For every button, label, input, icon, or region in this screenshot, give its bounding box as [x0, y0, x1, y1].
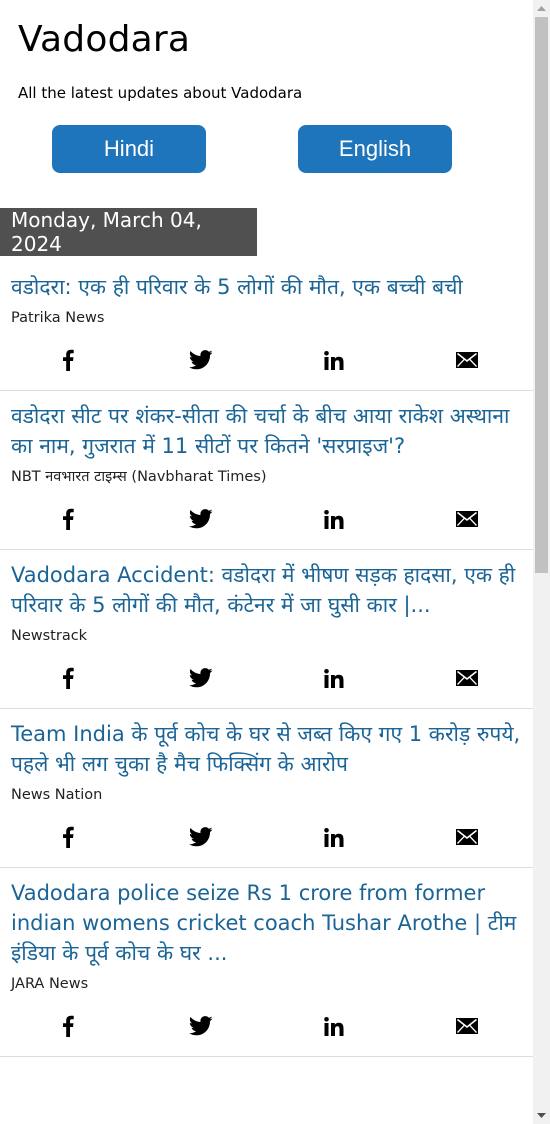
- scroll-up-arrow-icon[interactable]: [533, 0, 550, 17]
- article-item: Team India के पूर्व कोच के घर से जब्त कि…: [0, 709, 533, 868]
- share-bar: [11, 805, 533, 867]
- page: Vadodara All the latest updates about Va…: [0, 0, 533, 1124]
- news-feed: वडोदरा: एक ही परिवार के 5 लोगों की मौत, …: [0, 262, 533, 1057]
- share-bar: [11, 646, 533, 708]
- article-source: JARA News: [11, 976, 89, 992]
- twitter-icon[interactable]: [188, 507, 214, 531]
- linkedin-icon[interactable]: [321, 507, 347, 531]
- facebook-icon[interactable]: [55, 825, 81, 849]
- email-icon[interactable]: [454, 825, 480, 849]
- linkedin-icon[interactable]: [321, 666, 347, 690]
- article-headline-link[interactable]: Vadodara Accident: वडोदरा में भीषण सड़क …: [11, 560, 533, 620]
- article-item: Vadodara Accident: वडोदरा में भीषण सड़क …: [0, 550, 533, 709]
- article-source: News Nation: [11, 787, 103, 803]
- facebook-icon[interactable]: [55, 507, 81, 531]
- twitter-icon[interactable]: [188, 1014, 214, 1038]
- twitter-icon[interactable]: [188, 666, 214, 690]
- hindi-button[interactable]: Hindi: [52, 125, 206, 173]
- email-icon[interactable]: [454, 1014, 480, 1038]
- article-item: Vadodara police seize Rs 1 crore from fo…: [0, 868, 533, 1057]
- article-headline-link[interactable]: Vadodara police seize Rs 1 crore from fo…: [11, 878, 533, 968]
- scroll-down-arrow-icon[interactable]: [533, 1107, 550, 1124]
- twitter-icon[interactable]: [188, 348, 214, 372]
- email-icon[interactable]: [454, 348, 480, 372]
- article-headline-link[interactable]: Team India के पूर्व कोच के घर से जब्त कि…: [11, 719, 533, 779]
- facebook-icon[interactable]: [55, 666, 81, 690]
- article-source: Patrika News: [11, 310, 105, 326]
- linkedin-icon[interactable]: [321, 825, 347, 849]
- share-bar: [11, 994, 533, 1056]
- linkedin-icon[interactable]: [321, 1014, 347, 1038]
- site-title: Vadodara: [18, 19, 191, 60]
- facebook-icon[interactable]: [55, 348, 81, 372]
- article-source: Newstrack: [11, 628, 88, 644]
- share-bar: [11, 487, 533, 549]
- twitter-icon[interactable]: [188, 825, 214, 849]
- scroll-thumb[interactable]: [535, 17, 548, 573]
- scrollbar[interactable]: [533, 0, 550, 1124]
- share-bar: [11, 328, 533, 390]
- facebook-icon[interactable]: [55, 1014, 81, 1038]
- english-button[interactable]: English: [298, 125, 452, 173]
- article-item: वडोदरा सीट पर शंकर-सीता की चर्चा के बीच …: [0, 391, 533, 550]
- date-heading: Monday, March 04, 2024: [0, 208, 257, 256]
- article-headline-link[interactable]: वडोदरा सीट पर शंकर-सीता की चर्चा के बीच …: [11, 401, 533, 461]
- email-icon[interactable]: [454, 666, 480, 690]
- article-item: वडोदरा: एक ही परिवार के 5 लोगों की मौत, …: [0, 262, 533, 391]
- email-icon[interactable]: [454, 507, 480, 531]
- article-headline-link[interactable]: वडोदरा: एक ही परिवार के 5 लोगों की मौत, …: [11, 272, 533, 302]
- linkedin-icon[interactable]: [321, 348, 347, 372]
- site-subtitle: All the latest updates about Vadodara: [18, 84, 303, 102]
- article-source: NBT नवभारत टाइम्स (Navbharat Times): [11, 469, 267, 485]
